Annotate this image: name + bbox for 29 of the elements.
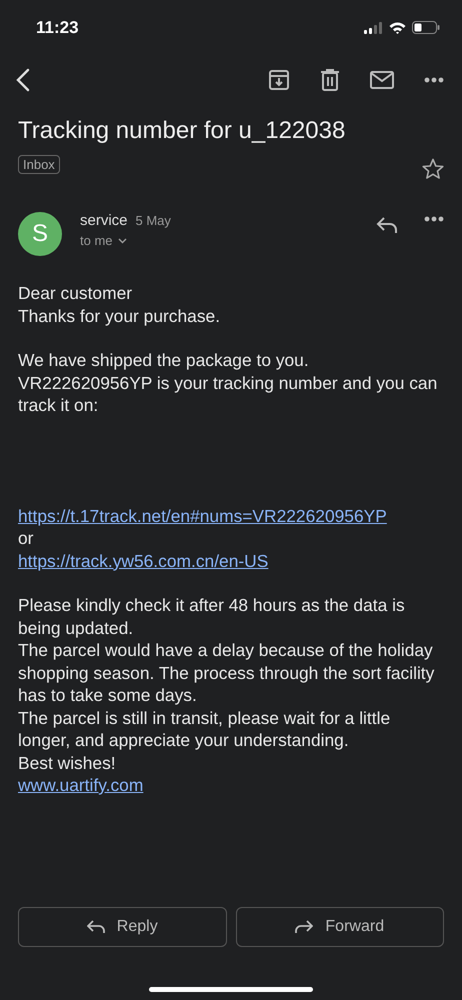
- body-text: The parcel is still in transit, please wait for a little longer, and appreciate your understanding.: [18, 706, 392, 752]
- more-icon: [424, 77, 444, 83]
- reply-button[interactable]: Reply: [18, 907, 226, 947]
- body-text: VR222620956YP is your tracking number and you can track it on:: [18, 372, 438, 416]
- forward-button[interactable]: Forward: [236, 907, 444, 947]
- link[interactable]: https://track.yw56.com.cn/en-US: [18, 550, 444, 572]
- battery-icon: [412, 21, 440, 34]
- link[interactable]: https://t.17track.net/en#nums=VR222620956YP: [18, 504, 444, 527]
- body-text: or: [18, 527, 34, 550]
- body-text: Please kindly check it after 48 hours as the data is being updated.: [18, 594, 406, 639]
- inbox-label: Inbox: [18, 155, 60, 174]
- caret-icon: [118, 238, 127, 244]
- status-time: 11:23: [36, 18, 79, 38]
- body-text: Dear customer: [18, 282, 134, 304]
- sender-name: service: [80, 212, 128, 229]
- body-text: Thanks for your purchase.: [18, 304, 222, 327]
- link[interactable]: www.uartify.com: [18, 774, 444, 796]
- body-text: Best wishes!: [18, 752, 117, 774]
- reply-icon: [86, 920, 105, 934]
- body-text: The parcel would have a delay because of the holiday shopping season. The process through the sort facility has to take some days.: [18, 639, 436, 706]
- email-subject: Tracking number for u_122038: [18, 116, 346, 146]
- message-date: 5 May: [136, 213, 171, 228]
- body-text: We have shipped the package to you.: [18, 349, 310, 372]
- wifi-icon: [389, 22, 406, 34]
- more-icon: [424, 216, 444, 222]
- avatar: S: [18, 212, 62, 256]
- forward-icon: [295, 920, 314, 934]
- recipient-toggle[interactable]: to me: [80, 233, 171, 248]
- signal-icon: [364, 22, 383, 34]
